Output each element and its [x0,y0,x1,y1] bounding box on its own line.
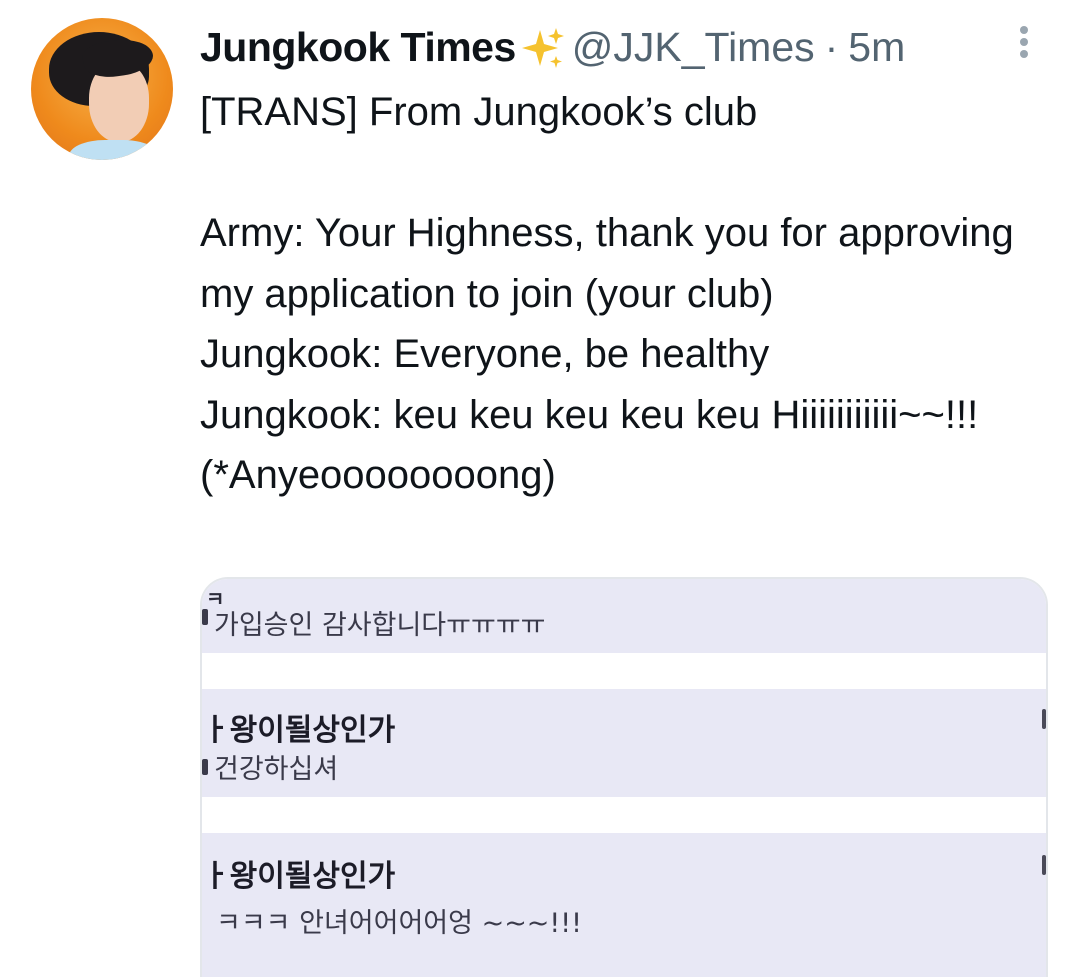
chat-message-2: 건강하십셔 [214,754,339,785]
avatar-shirt [69,140,159,160]
chat-author-2: ㅏ왕이될상인가 [202,713,396,748]
more-options-icon[interactable] [1012,22,1036,62]
chat-edge-mark-right [1042,709,1046,729]
chat-edge-mark-right [1042,855,1046,875]
tweet-header: Jungkook Times @JJK_Times · 5m [200,22,905,72]
user-handle[interactable]: @JJK_Times [572,24,815,71]
tweet-text: [TRANS] From Jungkook’s club Army: Your … [200,90,1014,497]
chat-author-3: ㅏ왕이될상인가 [202,859,396,894]
chat-message-1: 가입승인 감사합니다ㅠㅠㅠㅠ [214,610,546,641]
sparkles-emoji-icon [520,26,566,72]
display-name[interactable]: Jungkook Times [200,24,516,71]
chat-message-3: ㅋㅋㅋ 안녀어어어어엉 ~~~!!! [216,908,582,939]
chat-edge-mark [202,759,208,775]
chat-edge-mark [202,609,208,625]
tweet-timestamp[interactable]: 5m [848,24,905,71]
tweet-media-image[interactable]: ㅋ 가입승인 감사합니다ㅠㅠㅠㅠ ㅏ왕이될상인가 건강하십셔 ㅏ왕이될상인가 ㅋ… [200,577,1048,977]
header-separator: · [824,23,839,70]
profile-avatar[interactable] [31,18,173,160]
